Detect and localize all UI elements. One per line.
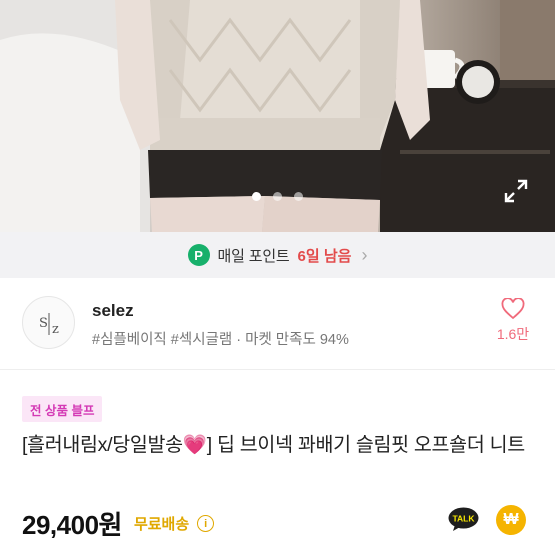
product-title: [흘러내림x/당일발송💗] 딥 브이넥 꽈배기 슬림핏 오프숄더 니트	[22, 430, 542, 460]
product-image-carousel[interactable]	[0, 0, 555, 232]
heart-icon	[501, 298, 525, 320]
svg-text:S: S	[39, 316, 48, 331]
carousel-indicator	[0, 192, 555, 201]
product-price: 29,400원	[22, 510, 122, 540]
daily-point-banner[interactable]: P 매일 포인트 6일 남음 ›	[0, 232, 555, 278]
promo-badge: 전 상품 블프	[22, 396, 103, 422]
point-badge-icon: P	[187, 244, 210, 266]
free-shipping-label: 무료배송	[133, 516, 190, 533]
svg-text:z: z	[52, 322, 59, 337]
like-count: 1.6만	[496, 326, 530, 342]
carousel-dot[interactable]	[273, 192, 282, 201]
carousel-dot-active[interactable]	[252, 192, 261, 201]
shop-tags-satisfaction: #심플베이직 #섹시글램 · 마켓 만족도 94%	[92, 332, 349, 348]
product-title-prefix: [흘러내림x/당일발송	[22, 434, 183, 456]
shop-name[interactable]: selez	[92, 301, 134, 321]
chevron-right-icon: ›	[361, 244, 368, 265]
talk-label: TALK	[452, 514, 475, 524]
product-title-suffix: ] 딥 브이넥 꽈배기 슬림핏 오프숄더 니트	[206, 434, 525, 456]
info-icon[interactable]: i	[197, 515, 215, 532]
point-label: 매일 포인트	[217, 247, 290, 265]
shop-logo-icon: S z	[39, 313, 59, 337]
kakao-talk-icon[interactable]: TALK	[448, 507, 479, 532]
pay-won-icon[interactable]: ₩	[496, 505, 526, 535]
like-button[interactable]: 1.6만	[493, 298, 533, 344]
carousel-dot[interactable]	[294, 192, 303, 201]
pink-heart-icon: 💗	[182, 434, 207, 456]
shop-info-row: S z selez #심플베이직 #섹시글램 · 마켓 만족도 94% 1.6만	[0, 278, 555, 370]
price-row: 29,400원 무료배송 i	[22, 505, 215, 542]
fullscreen-expand-icon[interactable]	[503, 178, 529, 204]
point-days-remaining: 6일 남음	[297, 247, 352, 265]
shop-avatar[interactable]: S z	[22, 296, 75, 349]
